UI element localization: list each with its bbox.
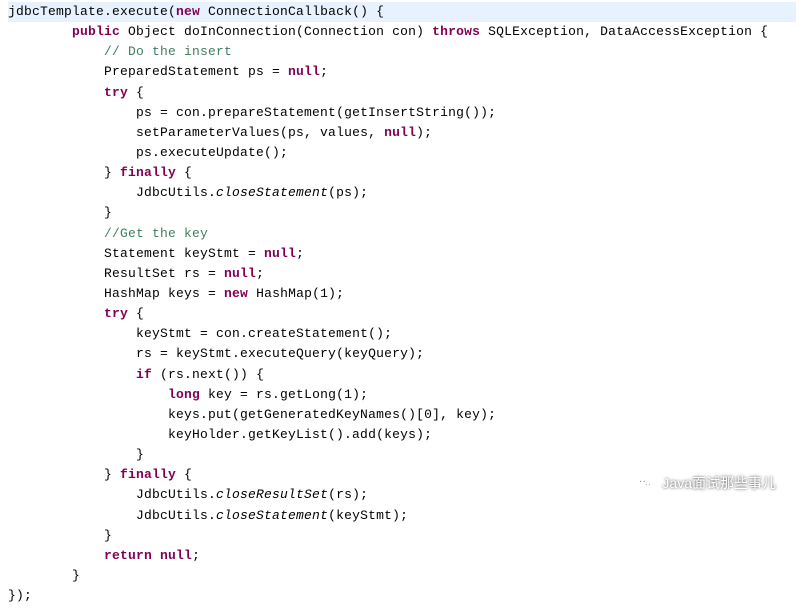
code-line: } xyxy=(8,566,796,586)
code-line: } xyxy=(8,526,796,546)
watermark: Java面试那些事儿 xyxy=(636,473,776,495)
code-line: } xyxy=(8,445,796,465)
code-line: public Object doInConnection(Connection … xyxy=(8,22,796,42)
code-line: } finally { xyxy=(8,163,796,183)
code-line: long key = rs.getLong(1); xyxy=(8,385,796,405)
code-line: keyHolder.getKeyList().add(keys); xyxy=(8,425,796,445)
code-line: ResultSet rs = null; xyxy=(8,264,796,284)
code-line: } xyxy=(8,203,796,223)
code-line: try { xyxy=(8,304,796,324)
code-line: JdbcUtils.closeStatement(keyStmt); xyxy=(8,506,796,526)
code-line: //Get the key xyxy=(8,224,796,244)
code-line: jdbcTemplate.execute(new ConnectionCallb… xyxy=(8,2,796,22)
watermark-text: Java面试那些事儿 xyxy=(662,473,776,495)
code-line: if (rs.next()) { xyxy=(8,365,796,385)
code-line: setParameterValues(ps, values, null); xyxy=(8,123,796,143)
code-line: HashMap keys = new HashMap(1); xyxy=(8,284,796,304)
code-line: try { xyxy=(8,83,796,103)
code-line: JdbcUtils.closeStatement(ps); xyxy=(8,183,796,203)
code-line: ps.executeUpdate(); xyxy=(8,143,796,163)
code-line: // Do the insert xyxy=(8,42,796,62)
code-line: return null; xyxy=(8,546,796,566)
code-line: keys.put(getGeneratedKeyNames()[0], key)… xyxy=(8,405,796,425)
code-block: jdbcTemplate.execute(new ConnectionCallb… xyxy=(0,0,804,614)
code-line: rs = keyStmt.executeQuery(keyQuery); xyxy=(8,344,796,364)
code-line: ps = con.prepareStatement(getInsertStrin… xyxy=(8,103,796,123)
code-line: PreparedStatement ps = null; xyxy=(8,62,796,82)
code-line: Statement keyStmt = null; xyxy=(8,244,796,264)
code-line: }); xyxy=(8,586,796,606)
wechat-icon xyxy=(636,475,654,493)
code-line: keyStmt = con.createStatement(); xyxy=(8,324,796,344)
